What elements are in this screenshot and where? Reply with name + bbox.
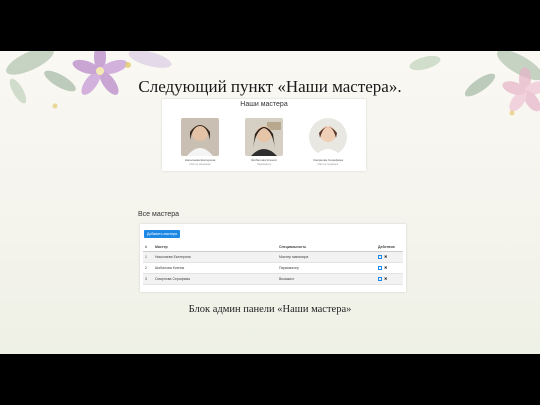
master-card: Шибалова Ксения Парикмахер bbox=[234, 118, 294, 168]
edit-icon[interactable] bbox=[378, 266, 382, 271]
masters-table: # Мастер Специальность Действия 1 Никола… bbox=[143, 243, 403, 285]
add-master-button[interactable]: Добавить мастера bbox=[144, 230, 180, 238]
masters-page-title: Наши мастера bbox=[240, 101, 288, 108]
row-master-name: Шибалова Ксения bbox=[153, 262, 277, 274]
slide-caption: Блок админ панели «Наши мастера» bbox=[188, 304, 352, 315]
master-name: Николаева Екатерина bbox=[184, 158, 216, 162]
row-specialty: Визажист bbox=[277, 273, 376, 285]
table-row: 3 Смирнова Серафима Визажист ✖ bbox=[143, 273, 403, 285]
row-specialty: Мастер маникюра bbox=[277, 251, 376, 263]
admin-panel-screenshot: Добавить мастера # Мастер Специальность … bbox=[140, 224, 406, 292]
delete-icon[interactable]: ✖ bbox=[384, 266, 387, 270]
master-role: Мастер маникюра bbox=[189, 163, 211, 166]
master-name: Шибалова Ксения bbox=[251, 158, 277, 162]
row-number: 1 bbox=[143, 251, 153, 263]
delete-icon[interactable]: ✖ bbox=[384, 255, 387, 259]
row-master-name: Смирнова Серафима bbox=[153, 273, 277, 285]
slide-title: Следующий пункт «Наши мастера». bbox=[138, 77, 402, 96]
column-header-number: # bbox=[143, 243, 153, 252]
row-actions: ✖ bbox=[376, 273, 403, 285]
master-role: Мастер педикюра bbox=[317, 163, 339, 166]
row-number: 2 bbox=[143, 262, 153, 274]
master-photo bbox=[309, 118, 347, 156]
master-role: Парикмахер bbox=[256, 163, 272, 166]
edit-icon[interactable] bbox=[378, 277, 382, 282]
master-photo bbox=[181, 118, 219, 156]
master-card: Николаева Екатерина Мастер маникюра bbox=[170, 118, 230, 168]
row-actions: ✖ bbox=[376, 262, 403, 274]
admin-panel-title: Все мастера bbox=[138, 211, 180, 218]
presentation-slide: Следующий пункт «Наши мастера». Наши мас… bbox=[0, 51, 540, 354]
row-master-name: Николаева Екатерина bbox=[153, 251, 277, 263]
row-number: 3 bbox=[143, 273, 153, 285]
column-header-master: Мастер bbox=[153, 243, 277, 252]
row-actions: ✖ bbox=[376, 251, 403, 263]
column-header-actions: Действия bbox=[376, 243, 403, 252]
column-header-specialty: Специальность bbox=[277, 243, 376, 252]
master-card: Смирнова Серафима Мастер педикюра bbox=[298, 118, 358, 168]
table-row: 2 Шибалова Ксения Парикмахер ✖ bbox=[143, 262, 403, 274]
master-photo bbox=[245, 118, 283, 156]
edit-icon[interactable] bbox=[378, 255, 382, 260]
master-name: Смирнова Серафима bbox=[312, 158, 343, 162]
masters-page-screenshot: Наши мастера Николаева Екатерина Мастер … bbox=[162, 99, 366, 171]
delete-icon[interactable]: ✖ bbox=[384, 277, 387, 281]
table-header-row: # Мастер Специальность Действия bbox=[143, 243, 403, 252]
row-specialty: Парикмахер bbox=[277, 262, 376, 274]
table-row: 1 Николаева Екатерина Мастер маникюра ✖ bbox=[143, 251, 403, 263]
